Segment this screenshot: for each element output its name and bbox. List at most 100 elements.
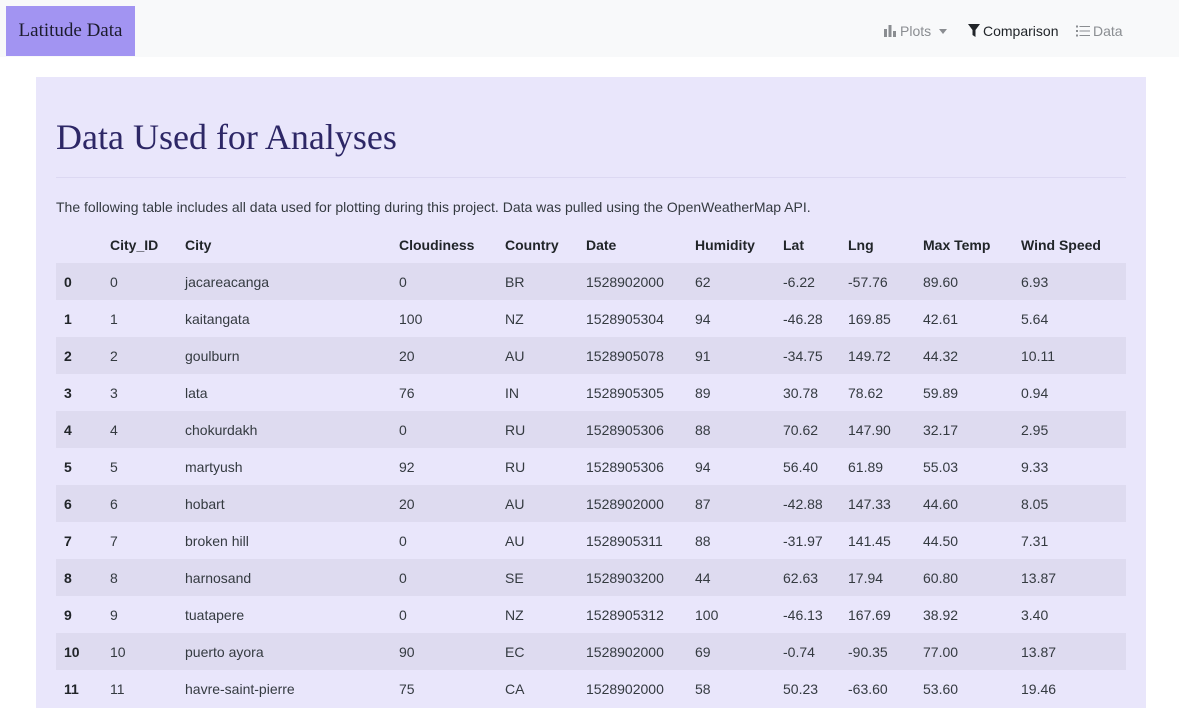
table-cell: 11 [110,680,125,697]
bar-chart-icon [884,25,896,37]
list-icon [1076,25,1090,37]
table-cell: 3.40 [1021,606,1049,623]
table-cell: 89 [695,384,711,401]
table-cell: hobart [185,495,225,512]
table-cell: 1528902000 [586,643,664,660]
table-row: 5 5 martyush 92 RU 1528905306 94 56.40 61.89 55.0… [56,448,1126,485]
column-header: Wind Speed [1021,237,1101,253]
table-row: 7 7 broken hill 0 AU 1528905311 88 -31.97 141.45… [56,522,1126,559]
table-cell: 1528905312 [586,606,664,623]
table-cell: 88 [695,421,711,438]
table-cell: 6 [110,495,118,512]
table-cell: 167.69 [848,606,891,623]
table-cell: 69 [695,643,711,660]
column-header: Lat [783,237,804,253]
table-cell: 13.87 [1021,569,1057,586]
column-header: Humidity [695,237,755,253]
column-header: Max Temp [923,237,991,253]
table-cell: 5 [110,458,118,475]
table-cell: AU [505,532,525,549]
table-cell: RU [505,421,526,438]
table-cell: 44.32 [923,347,959,364]
nav-plots-label: Plots [900,23,932,39]
table-cell: -63.60 [848,680,888,697]
table-cell: AU [505,495,525,512]
table-row: 8 8 harnosand 0 SE 1528903200 44 62.63 17.94 60.8… [56,559,1126,596]
table-cell: -57.76 [848,273,888,290]
table-cell: 38.92 [923,606,959,623]
row-index: 9 [64,606,72,623]
table-cell: 4 [110,421,118,438]
table-cell: 1528902000 [586,680,664,697]
table-cell: 42.61 [923,310,959,327]
table-cell: 0 [399,532,407,549]
nav-comparison-link[interactable]: Comparison [968,21,1058,41]
table-cell: -31.97 [783,532,823,549]
row-index: 1 [64,310,72,327]
table-cell: 1528902000 [586,495,664,512]
table-cell: havre-saint-pierre [185,680,295,697]
table-cell: 59.89 [923,384,959,401]
row-index: 6 [64,495,72,512]
column-header: Cloudiness [399,237,475,253]
column-header: Date [586,237,617,253]
table-cell: 2 [110,347,118,364]
nav-data-label: Data [1093,23,1123,39]
table-cell: 62.63 [783,569,819,586]
table-row: 6 6 hobart 20 AU 1528902000 87 -42.88 147.33 44.6… [56,485,1126,522]
table-row: 3 3 lata 76 IN 1528905305 89 30.78 78.62 59.89 0.9… [56,374,1126,411]
table-cell: -46.13 [783,606,823,623]
table-cell: 94 [695,458,711,475]
table-row: 2 2 goulburn 20 AU 1528905078 91 -34.75 149.72 44… [56,337,1126,374]
table-cell: 92 [399,458,415,475]
table-row: 0 0 jacareacanga 0 BR 1528902000 62 -6.22 -57.76… [56,263,1126,300]
table-cell: 6.93 [1021,273,1049,290]
table-cell: 1528905306 [586,421,664,438]
data-table: City_ID City Cloudiness Country Date Humidity… [56,227,1126,707]
row-index: 2 [64,347,72,364]
table-cell: 0 [110,273,118,290]
table-cell: broken hill [185,532,249,549]
nav-data-link[interactable]: Data [1076,21,1123,41]
column-header: City_ID [110,237,159,253]
table-cell: 60.80 [923,569,959,586]
table-cell: 1528905311 [586,532,663,549]
table-row: 4 4 chokurdakh 0 RU 1528905306 88 70.62 147.90 32… [56,411,1126,448]
row-index: 11 [64,680,79,697]
table-cell: 13.87 [1021,643,1057,660]
table-cell: 0 [399,569,407,586]
table-cell: 0 [399,273,407,290]
table-cell: tuatapere [185,606,245,623]
table-cell: lata [185,384,208,401]
table-cell: 149.72 [848,347,891,364]
column-header: City [185,237,212,253]
intro-text: The following table includes all data us… [56,199,811,215]
table-cell: 19.46 [1021,680,1057,697]
table-cell: 1 [110,310,118,327]
table-cell: 9 [110,606,118,623]
row-index: 10 [64,643,80,660]
brand-link[interactable]: Latitude Data [6,6,135,56]
table-cell: -90.35 [848,643,888,660]
table-cell: 20 [399,347,415,364]
nav-plots-dropdown[interactable]: Plots [883,21,948,41]
divider [56,177,1126,178]
table-cell: EC [505,643,525,660]
table-cell: 141.45 [848,532,891,549]
table-row: 1 1 kaitangata 100 NZ 1528905304 94 -46.28 169.8… [56,300,1126,337]
table-cell: AU [505,347,525,364]
table-cell: 5.64 [1021,310,1049,327]
table-cell: 62 [695,273,711,290]
table-cell: 1528905306 [586,458,664,475]
navbar: Latitude Data Plots Comparison Data [0,0,1179,57]
table-cell: 30.78 [783,384,819,401]
table-cell: 70.62 [783,421,819,438]
row-index: 5 [64,458,72,475]
table-cell: 53.60 [923,680,959,697]
table-cell: 89.60 [923,273,959,290]
table-cell: -34.75 [783,347,823,364]
row-index: 4 [64,421,72,438]
table-cell: jacareacanga [185,273,270,290]
table-cell: 1528902000 [586,273,664,290]
table-cell: 56.40 [783,458,819,475]
